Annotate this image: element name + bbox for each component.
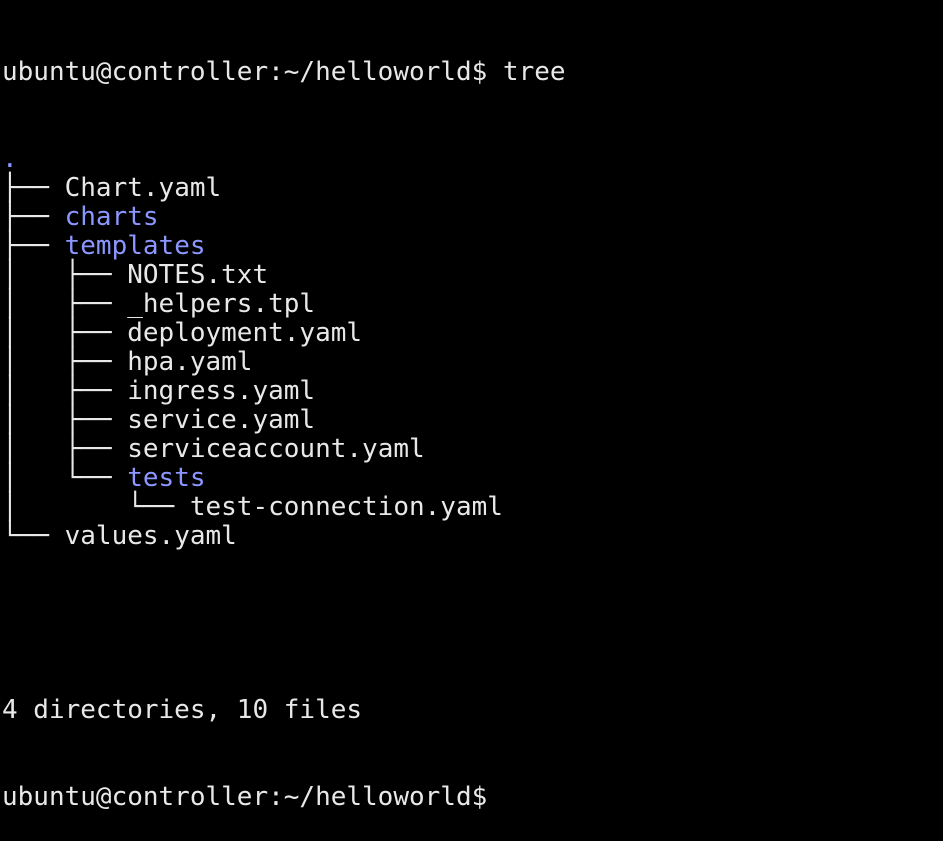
tree-branch-prefix: ├── <box>2 202 65 232</box>
file-name: NOTES.txt <box>127 260 269 290</box>
file-name: hpa.yaml <box>127 347 253 377</box>
final-prompt-line[interactable]: ubuntu@controller:~/helloworld$ <box>2 783 943 812</box>
tree-row-file: │ ├── NOTES.txt <box>2 261 943 290</box>
tree-row-file: │ └── test-connection.yaml <box>2 493 943 522</box>
tree-row-file: │ ├── service.yaml <box>2 406 943 435</box>
tree-branch-prefix: │ ├── <box>2 260 128 290</box>
terminal-window[interactable]: ubuntu@controller:~/helloworld$ tree . ├─… <box>0 0 943 812</box>
directory-name: . <box>2 144 18 174</box>
directory-name: tests <box>127 463 206 493</box>
tree-branch-prefix: │ ├── <box>2 318 128 348</box>
tree-branch-prefix: │ ├── <box>2 347 128 377</box>
tree-row-file: │ ├── deployment.yaml <box>2 319 943 348</box>
tree-branch-prefix: ├── <box>2 231 65 261</box>
tree-row-file: │ ├── hpa.yaml <box>2 348 943 377</box>
tree-summary: 4 directories, 10 files <box>2 695 363 725</box>
directory-name: templates <box>64 231 206 261</box>
tree-row-directory: │ └── tests <box>2 464 943 493</box>
tree-branch-prefix: ├── <box>2 173 65 203</box>
file-name: _helpers.tpl <box>127 289 316 319</box>
tree-row-file: └── values.yaml <box>2 522 943 551</box>
tree-row-file: │ ├── serviceaccount.yaml <box>2 435 943 464</box>
command-line: ubuntu@controller:~/helloworld$ tree <box>2 58 943 87</box>
file-name: test-connection.yaml <box>189 492 503 522</box>
tree-row-directory: . <box>2 145 943 174</box>
tree-row-directory: ├── charts <box>2 203 943 232</box>
file-name: deployment.yaml <box>127 318 363 348</box>
tree-row-file: │ ├── ingress.yaml <box>2 377 943 406</box>
tree-branch-prefix: └── <box>2 521 65 551</box>
tree-branch-prefix: │ ├── <box>2 405 128 435</box>
tree-branch-prefix: │ └── <box>2 492 190 522</box>
file-name: Chart.yaml <box>64 173 222 203</box>
tree-branch-prefix: │ └── <box>2 463 128 493</box>
tree-branch-prefix: │ ├── <box>2 434 128 464</box>
tree-row-file: ├── Chart.yaml <box>2 174 943 203</box>
tree-row-directory: ├── templates <box>2 232 943 261</box>
tree-branch-prefix: │ ├── <box>2 376 128 406</box>
tree-output: . ├── Chart.yaml ├── charts ├── templates │ … <box>2 145 943 551</box>
file-name: serviceaccount.yaml <box>127 434 425 464</box>
tree-branch-prefix: │ ├── <box>2 289 128 319</box>
tree-row-file: │ ├── _helpers.tpl <box>2 290 943 319</box>
directory-name: charts <box>64 202 159 232</box>
file-name: service.yaml <box>127 405 316 435</box>
final-shell-prompt: ubuntu@controller:~/helloworld$ <box>2 782 488 812</box>
shell-prompt: ubuntu@controller:~/helloworld$ <box>2 57 488 87</box>
file-name: values.yaml <box>64 521 237 551</box>
file-name: ingress.yaml <box>127 376 316 406</box>
command-text: tree <box>502 57 566 87</box>
